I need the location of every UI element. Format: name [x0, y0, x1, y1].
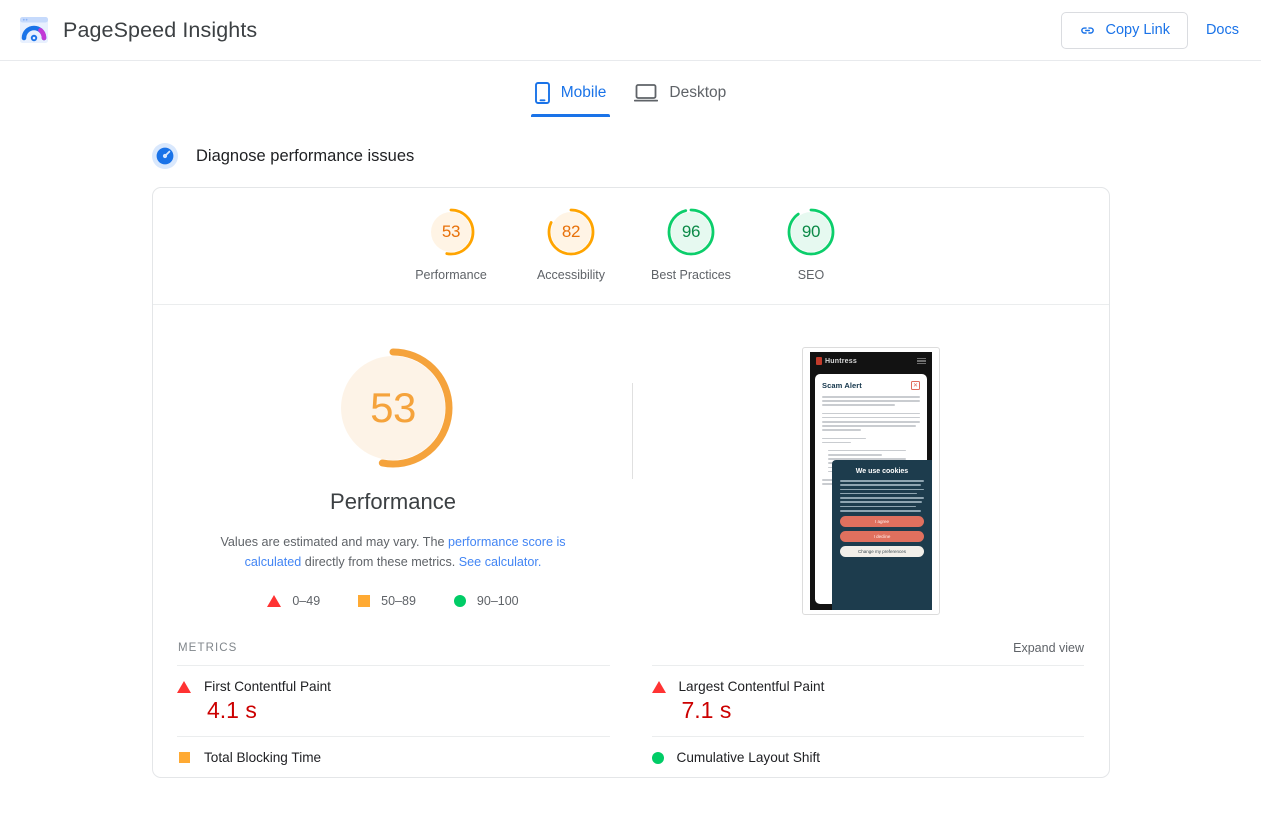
legend-label: 90–100 — [476, 594, 519, 608]
metric-value: 7.1 s — [681, 697, 732, 723]
speedometer-icon — [152, 143, 178, 169]
expand-view-button[interactable]: Expand view — [1013, 641, 1084, 655]
gauge-ring: 90 — [785, 206, 837, 258]
screenshot-site-topbar: Huntress — [810, 352, 932, 370]
screenshot-site-brand: Huntress — [816, 357, 857, 365]
vertical-divider — [632, 383, 633, 479]
metric-value: 4.1 s — [207, 697, 257, 723]
legend-item-triangle: 0–49 — [267, 594, 320, 608]
metrics-grid: First Contentful Paint 4.1 s Largest Conte… — [153, 665, 1109, 777]
screenshot-cookie-title: We use cookies — [855, 468, 909, 475]
brand: PageSpeed Insights — [18, 14, 257, 46]
category-score-label: Best Practices — [651, 268, 731, 282]
see-calculator-link[interactable]: See calculator. — [459, 555, 542, 569]
huntress-logo-icon — [816, 357, 822, 365]
performance-score-label: Performance — [330, 489, 456, 514]
metric-header: Total Blocking Time — [177, 750, 610, 765]
metrics-header: METRICS Expand view — [153, 615, 1109, 665]
desktop-monitor-icon — [634, 83, 659, 103]
metric-first-contentful-paint[interactable]: First Contentful Paint 4.1 s — [177, 665, 610, 736]
screenshot-modal-title: Scam Alert — [822, 381, 862, 390]
screenshot-panel: Huntress Scam Alert ✕ We use cookies I a… — [633, 347, 1109, 615]
category-score-value: 90 — [801, 222, 821, 241]
app-header: PageSpeed Insights Copy Link Docs — [0, 0, 1261, 61]
category-score-label: Accessibility — [536, 268, 606, 282]
screenshot-site-name: Huntress — [825, 357, 857, 365]
screenshot-cookie-banner: We use cookies I agree I decline Change … — [832, 460, 932, 610]
category-score-value: 82 — [561, 222, 581, 241]
gauge-ring: 53 — [425, 206, 477, 258]
metric-square-icon — [178, 752, 190, 763]
screenshot-modal-header: Scam Alert ✕ — [822, 381, 920, 390]
copy-link-button[interactable]: Copy Link — [1061, 11, 1188, 49]
page-title: PageSpeed Insights — [63, 17, 258, 42]
screenshot-cookie-decline-button: I decline — [840, 530, 924, 542]
metric-largest-contentful-paint[interactable]: Largest Contentful Paint 7.1 s — [651, 665, 1085, 736]
legend-item-square: 50–89 — [358, 594, 416, 608]
copy-link-label: Copy Link — [1105, 22, 1170, 38]
performance-score-block: 53 Performance Values are estimated and … — [153, 347, 633, 615]
diagnose-section-title: Diagnose performance issues — [196, 146, 415, 165]
category-score-label: Performance — [415, 268, 487, 282]
legend-circle-icon — [453, 595, 466, 607]
category-score-seo[interactable]: 90 SEO — [751, 206, 871, 282]
gauge-ring: 82 — [545, 206, 597, 258]
screenshot-viewport: Huntress Scam Alert ✕ We use cookies I a… — [810, 352, 932, 610]
score-summary: 53 Performance Values are estimated and … — [153, 305, 1109, 615]
tab-mobile-label: Mobile — [560, 84, 607, 101]
close-icon: ✕ — [911, 381, 920, 390]
mobile-phone-icon — [534, 82, 550, 104]
category-score-performance[interactable]: 53 Performance — [391, 206, 511, 282]
report-card: 53 Performance 82 Accessibility 96 Best Pract… — [152, 187, 1110, 778]
legend-label: 0–49 — [292, 594, 321, 608]
category-score-best-practices[interactable]: 96 Best Practices — [631, 206, 751, 282]
metrics-title: METRICS — [178, 642, 238, 654]
metric-name: Total Blocking Time — [204, 750, 322, 765]
metric-header: Cumulative Layout Shift — [651, 750, 1085, 765]
metric-header: First Contentful Paint — [177, 679, 610, 694]
category-score-row: 53 Performance 82 Accessibility 96 Best Pract… — [153, 188, 1109, 305]
hamburger-menu-icon — [917, 357, 926, 365]
legend-square-icon — [358, 595, 371, 607]
link-icon — [1079, 22, 1096, 39]
metric-name: Largest Contentful Paint — [678, 679, 825, 694]
score-legend: 0–49 50–89 90–100 — [267, 594, 519, 608]
gauge-ring: 96 — [665, 206, 717, 258]
legend-item-circle: 90–100 — [453, 594, 519, 608]
screenshot-cookie-agree-button: I agree — [840, 515, 924, 527]
category-score-accessibility[interactable]: 82 Accessibility — [511, 206, 631, 282]
metric-cumulative-layout-shift[interactable]: Cumulative Layout Shift — [651, 736, 1085, 777]
legend-triangle-icon — [267, 595, 282, 607]
category-score-value: 53 — [441, 222, 461, 241]
diagnose-section-header: Diagnose performance issues — [152, 143, 1261, 169]
tab-mobile[interactable]: Mobile — [521, 73, 621, 117]
metric-triangle-icon — [651, 680, 666, 693]
mobile-screenshot-thumbnail[interactable]: Huntress Scam Alert ✕ We use cookies I a… — [802, 347, 940, 615]
tab-desktop[interactable]: Desktop — [620, 73, 740, 117]
metric-triangle-icon — [177, 680, 191, 693]
category-score-value: 96 — [681, 222, 701, 241]
docs-link[interactable]: Docs — [1206, 22, 1239, 38]
tab-desktop-label: Desktop — [669, 84, 727, 101]
metric-header: Largest Contentful Paint — [651, 679, 1085, 694]
metric-name: First Contentful Paint — [204, 679, 331, 694]
score-description-text-1: Values are estimated and may vary. The — [220, 535, 448, 549]
performance-gauge: 53 — [332, 347, 454, 469]
category-score-label: SEO — [797, 268, 825, 282]
screenshot-cookie-text — [840, 480, 924, 512]
pagespeed-logo-icon — [18, 14, 50, 46]
metric-name: Cumulative Layout Shift — [676, 750, 821, 765]
legend-label: 50–89 — [381, 594, 416, 608]
performance-score-value: 53 — [370, 384, 416, 431]
device-tabs: Mobile Desktop — [0, 61, 1261, 117]
metric-total-blocking-time[interactable]: Total Blocking Time — [177, 736, 610, 777]
header-actions: Copy Link Docs — [1061, 11, 1239, 49]
metric-circle-icon — [651, 751, 664, 764]
score-description-text-2: directly from these metrics. — [301, 554, 459, 569]
score-description: Values are estimated and may vary. The p… — [193, 533, 593, 572]
screenshot-cookie-preferences-button: Change my preferences — [840, 545, 924, 557]
